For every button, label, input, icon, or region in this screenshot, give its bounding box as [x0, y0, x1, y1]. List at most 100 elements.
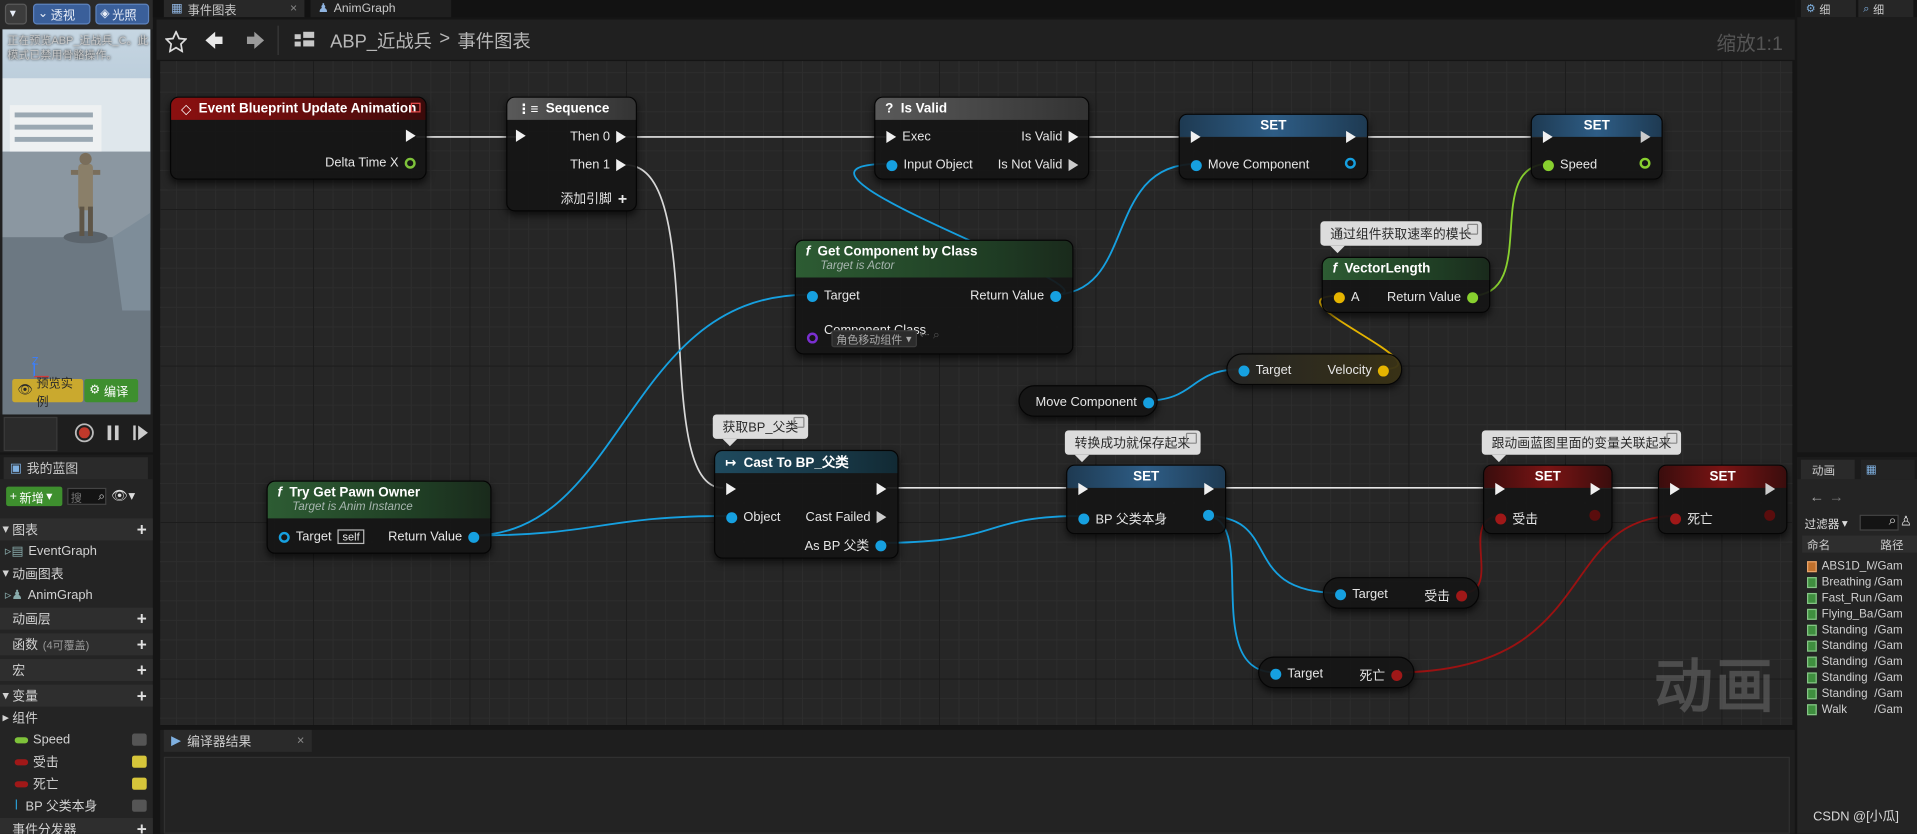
section-components[interactable]: ▸ 组件: [0, 707, 153, 729]
add-new-button[interactable]: + 新增 ▾: [6, 486, 63, 507]
visibility-eye-icon[interactable]: [132, 733, 147, 746]
variable-item-bp-parent[interactable]: ǀ BP 父类本身: [0, 795, 153, 817]
browse-arrow-search-icons[interactable]: ⇠ ⌕: [919, 329, 939, 342]
then0-pin[interactable]: Then 0: [570, 130, 626, 144]
exec-out-pin[interactable]: [405, 129, 416, 142]
node-sequence[interactable]: ⋮≡ Sequence Then 0 Then 1 添加引脚 +: [506, 96, 637, 212]
comment-cast[interactable]: 获取BP_父类: [712, 414, 808, 447]
my-blueprint-tab[interactable]: ▣ 我的蓝图: [3, 457, 148, 480]
hit-value-pin[interactable]: 受击: [1424, 587, 1468, 605]
breadcrumb-root[interactable]: ABP_近战兵: [330, 28, 432, 54]
timeline-box[interactable]: [3, 416, 58, 452]
tab-animgraph[interactable]: ♟ AnimGraph: [310, 0, 452, 18]
exec-out-pin[interactable]: [1346, 130, 1356, 144]
graph-item-animgraph[interactable]: ▹♟ AnimGraph: [0, 584, 153, 606]
variable-item-hit[interactable]: 受击: [0, 751, 153, 773]
add-layer-plus-icon[interactable]: +: [137, 610, 147, 627]
add-macro-plus-icon[interactable]: +: [137, 661, 147, 678]
back-arrow-icon[interactable]: [204, 31, 224, 51]
exec-in-pin[interactable]: [1670, 482, 1680, 496]
node-get-velocity[interactable]: Target Velocity: [1226, 353, 1403, 386]
comment-save[interactable]: 转换成功就保存起来: [1064, 430, 1200, 463]
hit-out-pin[interactable]: [1589, 509, 1601, 521]
favorite-star-icon[interactable]: [165, 30, 188, 53]
exec-in-pin[interactable]: Exec: [886, 130, 931, 144]
section-functions[interactable]: 函数 (4可覆盖) +: [0, 633, 153, 656]
input-object-pin[interactable]: Input Object: [886, 158, 973, 172]
exec-out-pin[interactable]: [1204, 482, 1215, 496]
dead-in-pin[interactable]: 死亡: [1670, 510, 1713, 528]
bp-parent-out-pin[interactable]: [1203, 509, 1215, 521]
section-graphs[interactable]: ▾ 图表 +: [0, 518, 153, 541]
speed-out-pin[interactable]: [1639, 157, 1651, 169]
variable-item-dead[interactable]: 死亡: [0, 773, 153, 795]
exec-in-pin[interactable]: [1078, 482, 1089, 496]
as-bp-parent-pin[interactable]: As BP 父类: [805, 537, 887, 555]
dead-target-pin[interactable]: Target: [1270, 666, 1323, 681]
visibility-eye-icon[interactable]: [132, 777, 147, 790]
preview-viewport[interactable]: ▾ ⌄ 透视 ◈ 光照 正在预览ABP_近战兵_C。此模式已禁用骨骼操作。 Z …: [0, 0, 153, 453]
is-not-valid-pin[interactable]: Is Not Valid: [998, 158, 1079, 172]
object-pin[interactable]: Object: [726, 510, 780, 524]
section-anim-layers[interactable]: 动画层 +: [0, 607, 153, 630]
node-vector-length[interactable]: f VectorLength A Return Value: [1321, 256, 1491, 313]
vector-a-pin[interactable]: A: [1333, 290, 1360, 304]
forward-arrow-icon[interactable]: [246, 31, 266, 51]
asset-row[interactable]: ABS1D_Mo/Gam: [1807, 559, 1917, 575]
hit-target-pin[interactable]: Target: [1335, 587, 1388, 602]
add-variable-plus-icon[interactable]: +: [137, 687, 147, 704]
delta-time-pin[interactable]: Delta Time X: [325, 155, 416, 170]
asset-row[interactable]: Standing/Gam: [1807, 686, 1917, 702]
asset-row[interactable]: Standing/Gam: [1807, 638, 1917, 654]
asset-search-input[interactable]: ⌕: [1859, 513, 1899, 531]
dead-value-pin[interactable]: 死亡: [1360, 666, 1403, 684]
delegate-pin-icon[interactable]: [410, 102, 421, 113]
viewport-menu-button[interactable]: ▾: [4, 3, 27, 25]
asset-row[interactable]: Walk/Gam: [1807, 702, 1917, 718]
node-get-hit[interactable]: Target 受击: [1322, 577, 1480, 609]
close-icon[interactable]: ×: [290, 2, 297, 15]
section-event-dispatchers[interactable]: 事件分发器 +: [0, 817, 153, 834]
lit-button[interactable]: ◈ 光照: [95, 3, 150, 25]
speed-in-pin[interactable]: Speed: [1542, 158, 1597, 172]
velocity-target-pin[interactable]: Target: [1238, 363, 1291, 378]
add-graph-plus-icon[interactable]: +: [137, 521, 147, 538]
asset-browser-tab[interactable]: ▦: [1860, 459, 1915, 480]
add-function-plus-icon[interactable]: +: [137, 636, 147, 653]
target-pin[interactable]: Target self: [278, 529, 365, 545]
comment-vector-length[interactable]: 通过组件获取速率的模长: [1320, 221, 1482, 254]
then1-pin[interactable]: Then 1: [570, 158, 626, 172]
exec-in-pin[interactable]: [1190, 130, 1201, 144]
exec-out-pin[interactable]: [1765, 482, 1776, 496]
variable-item-speed[interactable]: Speed: [0, 729, 153, 751]
perspective-button[interactable]: ⌄ 透视: [33, 3, 91, 25]
velocity-out-pin[interactable]: Velocity: [1328, 363, 1389, 378]
column-name-header[interactable]: 命名: [1802, 535, 1863, 552]
exec-out-pin[interactable]: [1640, 130, 1651, 144]
event-graph-canvas[interactable]: ◇ Event Blueprint Update Animation Delta…: [160, 61, 1793, 726]
move-component-in-pin[interactable]: Move Component: [1190, 158, 1309, 172]
node-cast-to-bp-parent[interactable]: ↦ Cast To BP_父类 Object Cast Failed As BP…: [713, 449, 899, 559]
visibility-eye-icon[interactable]: [132, 755, 147, 768]
bp-parent-in-pin[interactable]: BP 父类本身: [1078, 510, 1167, 528]
view-options-eye-icon[interactable]: 👁▾: [111, 488, 135, 504]
node-event-update-animation[interactable]: ◇ Event Blueprint Update Animation Delta…: [169, 96, 427, 180]
anim-tab[interactable]: 动画: [1800, 459, 1855, 480]
node-set-speed[interactable]: SET Speed: [1530, 113, 1663, 180]
visibility-eye-icon[interactable]: [132, 799, 147, 812]
node-set-bp-parent[interactable]: SET BP 父类本身: [1066, 464, 1227, 535]
asset-row[interactable]: Flying_Ba/Gam: [1807, 606, 1917, 622]
node-get-component-by-class[interactable]: f Get Component by Class Target is Actor…: [794, 239, 1074, 355]
filter-button[interactable]: 过滤器 ▾: [1805, 515, 1848, 532]
hit-in-pin[interactable]: 受击: [1495, 510, 1538, 528]
dead-out-pin[interactable]: [1764, 509, 1776, 521]
move-component-out-pin[interactable]: [1344, 157, 1356, 169]
add-pin-button[interactable]: 添加引脚 +: [560, 190, 627, 208]
node-set-dead[interactable]: SET 死亡: [1657, 464, 1788, 535]
exec-in-pin[interactable]: [515, 129, 526, 142]
node-set-hit[interactable]: SET 受击: [1483, 464, 1613, 535]
exec-in-pin[interactable]: [1542, 130, 1553, 144]
history-forward-icon[interactable]: →: [1829, 488, 1844, 505]
breadcrumb-current[interactable]: 事件图表: [457, 28, 530, 54]
preview-instance-button[interactable]: 👁 预览实例: [12, 377, 84, 409]
